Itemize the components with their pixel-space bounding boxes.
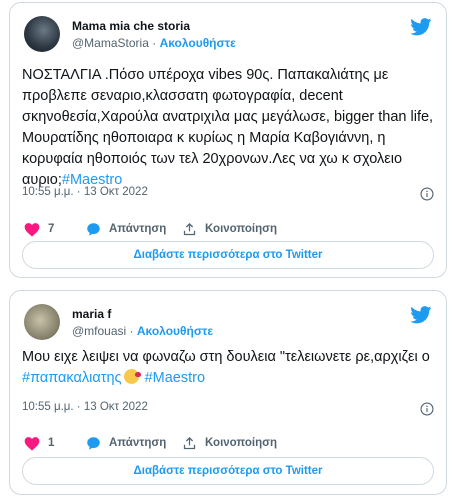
separator-dot: ·: [152, 36, 157, 50]
follow-link[interactable]: Ακολουθήστε: [160, 36, 236, 50]
avatar[interactable]: [24, 16, 60, 52]
heart-icon: [24, 436, 40, 451]
author-handle[interactable]: @mfouasi: [72, 324, 126, 338]
read-more-button[interactable]: Διαβάστε περισσότερα στο Twitter: [22, 241, 434, 269]
like-button[interactable]: 1: [24, 433, 54, 453]
tweet-text: ΝΟΣΤΑΛΓΙΑ .Πόσο υπέροχα vibes 90ς. Παπακ…: [22, 65, 434, 191]
reply-label: Απάντηση: [109, 223, 167, 235]
separator-dot: ·: [129, 324, 134, 338]
hashtag-link[interactable]: #παπακαλιατης: [22, 370, 122, 386]
tweet-text-body: Μου ειχε λειψει να φωναζω στη δουλεια "τ…: [22, 349, 434, 365]
read-more-button[interactable]: Διαβάστε περισσότερα στο Twitter: [22, 457, 434, 485]
tweet-text: Μου ειχε λειψει να φωναζω στη δουλεια "τ…: [22, 347, 434, 389]
heart-icon: [24, 222, 40, 237]
tweet-header: maria f @mfouasi · Ακολουθήστε: [22, 302, 434, 342]
share-upload-icon: [183, 222, 196, 235]
comment-bubble-icon: [87, 222, 100, 236]
twitter-bird-icon[interactable]: [410, 18, 432, 36]
timestamp-link[interactable]: 10:55 μ.μ. · 13 Οκτ 2022: [22, 186, 148, 198]
info-circle-icon[interactable]: [420, 187, 434, 201]
reply-label: Απάντηση: [109, 437, 167, 449]
author-handle[interactable]: @MamaStoria: [72, 36, 149, 50]
reply-button[interactable]: Απάντηση: [86, 219, 166, 239]
like-count: 7: [48, 223, 55, 235]
action-bar: 1 Απάντηση Κοινοποίηση: [22, 433, 434, 453]
twitter-bird-icon[interactable]: [410, 306, 432, 324]
share-button[interactable]: Κοινοποίηση: [182, 433, 277, 453]
tweet-card: Mama mia che storia @MamaStoria · Ακολου…: [9, 2, 447, 278]
like-button[interactable]: 7: [24, 219, 54, 239]
author-name[interactable]: Mama mia che storia: [72, 19, 190, 33]
share-button[interactable]: Κοινοποίηση: [182, 219, 277, 239]
share-upload-icon: [183, 436, 196, 449]
reply-button[interactable]: Απάντηση: [86, 433, 166, 453]
handle-line: @MamaStoria · Ακολουθήστε: [72, 36, 236, 50]
tweet-card: maria f @mfouasi · Ακολουθήστε Μου ειχε …: [9, 290, 447, 495]
comment-bubble-icon: [87, 436, 100, 450]
share-label: Κοινοποίηση: [205, 437, 277, 449]
like-count: 1: [48, 437, 55, 449]
share-label: Κοινοποίηση: [205, 223, 277, 235]
tweet-header: Mama mia che storia @MamaStoria · Ακολου…: [22, 14, 434, 54]
timestamp-link[interactable]: 10:55 μ.μ. · 13 Οκτ 2022: [22, 401, 148, 413]
avatar[interactable]: [24, 304, 60, 340]
hashtag-link[interactable]: #Maestro: [145, 370, 205, 386]
handle-line: @mfouasi · Ακολουθήστε: [72, 324, 213, 338]
kiss-emoji-icon: [123, 369, 141, 384]
action-bar: 7 Απάντηση Κοινοποίηση: [22, 219, 434, 239]
follow-link[interactable]: Ακολουθήστε: [137, 324, 213, 338]
tweet-text-body: ΝΟΣΤΑΛΓΙΑ .Πόσο υπέροχα vibes 90ς. Παπακ…: [22, 67, 438, 188]
author-name[interactable]: maria f: [72, 307, 111, 321]
info-circle-icon[interactable]: [420, 402, 434, 416]
